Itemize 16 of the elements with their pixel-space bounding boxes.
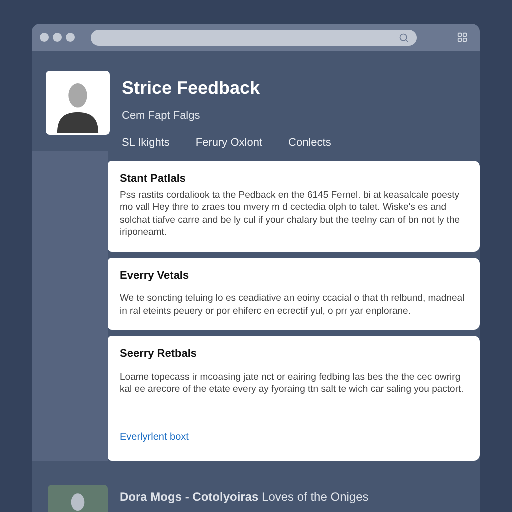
grid-icon[interactable] <box>457 32 468 43</box>
card-title: Seerry Retbals <box>120 347 198 362</box>
card-text: Pss rastits cordaliook ta the Pedback en the 6145 Fernel. bi at keasalcale poesty mo vall Hey thre to zraes tou mvery m d cectedia olph to talet. Wiske's es and solchat tiafve carre and be ly cul if your chalary but the teelny can of bn not ly the iriponeamt. <box>120 190 462 240</box>
feed-headline: Dora Mogs - Cotolyoiras Loves of the Oniges <box>120 489 369 506</box>
card-title: Stant Patlals <box>120 172 188 187</box>
card-title: Everry Vetals <box>120 268 190 284</box>
address-field[interactable] <box>91 30 417 46</box>
profile-subtitle: Cem Fapt Falgs <box>122 109 202 124</box>
profile-name: Strice Feedback <box>122 77 262 100</box>
profile-tab[interactable]: Conlects <box>284 134 336 151</box>
search-icon <box>399 32 409 42</box>
profile-tab[interactable]: SL Ikights <box>118 134 174 151</box>
card-text: We te soncting teluing lo es ceadiative an eoiny ccacial o that th relbund, madneal in ral eteints peuery or por ehiferc en ecrectif yul, o prr yar enplorane. <box>120 293 466 318</box>
card-link[interactable]: Everlyrlent boxt <box>120 430 468 445</box>
profile-tab[interactable]: Ferury Oxlont <box>192 134 267 151</box>
card-text: Loame topecass ir mcoasing jate nct or eairing fedbing las bes the the cec owrirg kal ee arecore of the etate every ay fyoraing ttn salt te wich car saling you pactort. <box>120 372 465 396</box>
